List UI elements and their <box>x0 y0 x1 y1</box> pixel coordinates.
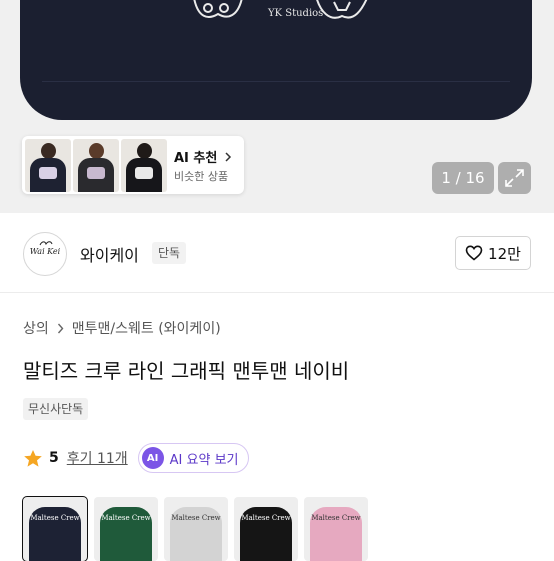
rating-row: 5 후기 11개 AI AI 요약 보기 <box>23 443 249 473</box>
breadcrumb-item[interactable]: 상의 <box>23 318 49 338</box>
brand-row[interactable]: Wai Kei 와이케이 단독 12만 <box>0 214 554 293</box>
swatch-print-text: Maltese Crew <box>241 514 291 522</box>
color-swatch-gray[interactable]: Maltese Crew <box>164 497 228 561</box>
ai-badge-icon: AI <box>141 447 164 469</box>
rating-score: 5 <box>49 450 59 466</box>
breadcrumb: 상의 맨투맨/스웨트 (와이케이) <box>23 318 221 338</box>
recommend-thumbnail[interactable] <box>25 139 71 192</box>
like-button[interactable]: 12만 <box>455 236 531 270</box>
color-swatch-navy[interactable]: Maltese Crew <box>22 496 88 561</box>
hem-band <box>42 81 510 104</box>
expand-icon <box>505 169 524 187</box>
product-photo: YK Studios <box>20 0 532 120</box>
swatch-print-text: Maltese Crew <box>171 514 221 522</box>
color-swatch-green[interactable]: Maltese Crew <box>94 497 158 561</box>
recommend-thumbnail[interactable] <box>73 139 119 192</box>
brand-logo-text: Wai Kei <box>29 247 61 256</box>
ai-summary-button[interactable]: AI AI 요약 보기 <box>137 443 249 473</box>
like-count: 12만 <box>488 244 521 263</box>
ai-summary-label: AI 요약 보기 <box>169 452 239 468</box>
expand-button[interactable] <box>498 162 531 194</box>
ai-recommend-card[interactable]: AI 추천 비슷한 상품 <box>22 136 244 194</box>
brand-name[interactable]: 와이케이 <box>80 242 139 266</box>
swatch-print-text: Maltese Crew <box>30 514 80 522</box>
breadcrumb-item[interactable]: 맨투맨/스웨트 (와이케이) <box>72 318 221 338</box>
reviews-link[interactable]: 후기 11개 <box>67 448 128 468</box>
ai-recommend-subtitle: 비슷한 상품 <box>174 170 229 183</box>
exclusive-badge: 무신사단독 <box>23 398 89 420</box>
product-title: 말티즈 크루 라인 그래픽 맨투맨 네이비 <box>23 359 350 383</box>
chevron-right-icon <box>225 152 231 162</box>
ai-recommend-title: AI 추천 <box>174 147 232 166</box>
star-icon <box>24 449 42 467</box>
image-counter: 1 / 16 <box>432 162 494 194</box>
product-image-gallery[interactable]: YK Studios AI 추천 비슷한 상품 1 / 16 <box>0 0 554 213</box>
color-swatch-pink[interactable]: Maltese Crew <box>304 497 368 561</box>
color-swatch-black[interactable]: Maltese Crew <box>234 497 298 561</box>
swatch-print-text: Maltese Crew <box>311 514 361 522</box>
brand-logo[interactable]: Wai Kei <box>23 232 67 276</box>
dog-illustration-icon <box>193 0 243 18</box>
swatch-print-text: Maltese Crew <box>101 514 151 522</box>
chevron-right-icon <box>57 323 64 333</box>
recommend-thumbnail[interactable] <box>121 139 167 192</box>
heart-icon <box>465 245 483 261</box>
brand-exclusive-tag: 단독 <box>152 242 187 264</box>
print-text: YK Studios <box>268 8 324 19</box>
